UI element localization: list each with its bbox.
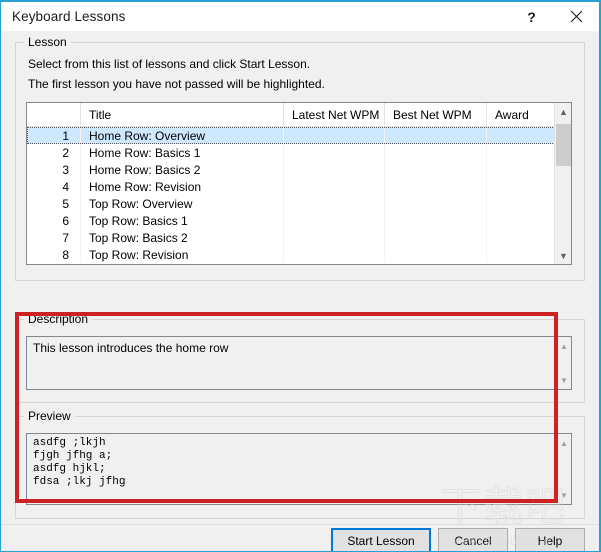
cell-latest-net-wpm	[284, 144, 385, 161]
lessons-list[interactable]: Title Latest Net WPM Best Net WPM Award …	[26, 102, 572, 265]
cell-award	[487, 178, 556, 195]
lesson-group-box: Lesson Select from this list of lessons …	[15, 35, 585, 281]
preview-scroll-down-icon[interactable]: ▼	[557, 488, 571, 502]
start-lesson-button[interactable]: Start Lesson	[331, 528, 431, 551]
cell-best-net-wpm	[385, 178, 487, 195]
column-header-index[interactable]	[27, 103, 81, 126]
lessons-list-header: Title Latest Net WPM Best Net WPM Award	[27, 103, 571, 127]
cell-latest-net-wpm	[284, 161, 385, 178]
cell-best-net-wpm	[385, 127, 487, 144]
cell-latest-net-wpm	[284, 178, 385, 195]
cell-title: Top Row: Basics 1	[81, 212, 284, 229]
title-bar-buttons: ?	[509, 2, 599, 31]
cell-latest-net-wpm	[284, 246, 385, 263]
cell-best-net-wpm	[385, 212, 487, 229]
description-textbox[interactable]: This lesson introduces the home row ▲ ▼	[26, 336, 572, 390]
cell-index: 1	[27, 127, 81, 144]
cell-index: 5	[27, 195, 81, 212]
cell-award	[487, 195, 556, 212]
description-scrollbar[interactable]: ▲ ▼	[556, 337, 571, 389]
description-group-label: Description	[24, 312, 93, 326]
column-header-latest-net-wpm[interactable]: Latest Net WPM	[284, 103, 385, 126]
cell-title: Home Row: Revision	[81, 178, 284, 195]
cell-index: 2	[27, 144, 81, 161]
cell-title: Home Row: Basics 1	[81, 144, 284, 161]
scroll-up-arrow-icon[interactable]: ▲	[555, 103, 571, 120]
description-text: This lesson introduces the home row	[33, 341, 229, 355]
table-row[interactable]: 1 Home Row: Overview	[27, 127, 571, 144]
lessons-list-scrollbar[interactable]: ▲ ▼	[554, 103, 571, 264]
preview-scrollbar[interactable]: ▲ ▼	[556, 434, 571, 504]
cell-award	[487, 212, 556, 229]
window-title: Keyboard Lessons	[12, 9, 126, 24]
help-icon[interactable]: ?	[509, 2, 554, 31]
cell-title: Home Row: Overview	[81, 127, 284, 144]
scrollbar-thumb[interactable]	[556, 124, 571, 166]
lessons-list-body: 1 Home Row: Overview 2 Home Row: Basics 13H…	[27, 127, 571, 264]
cell-index: 8	[27, 246, 81, 263]
cell-best-net-wpm	[385, 246, 487, 263]
lesson-group-label: Lesson	[24, 35, 71, 49]
preview-scroll-up-icon[interactable]: ▲	[557, 436, 571, 450]
table-row[interactable]: 8 Top Row: Revision	[27, 246, 571, 263]
preview-group-label: Preview	[24, 409, 75, 423]
preview-group-box: Preview asdfg ;lkjh fjgh jfhg a; asdfg h…	[15, 409, 585, 519]
preview-text: asdfg ;lkjh fjgh jfhg a; asdfg hjkl; fds…	[33, 437, 126, 488]
instruction-line-2: The first lesson you have not passed wil…	[28, 77, 325, 91]
table-row[interactable]: 4 Home Row: Revision	[27, 178, 571, 195]
close-icon[interactable]	[554, 2, 599, 31]
table-row[interactable]: 5 Top Row: Overview	[27, 195, 571, 212]
cell-index: 3	[27, 161, 81, 178]
cell-title: Top Row: Revision	[81, 246, 284, 263]
cell-latest-net-wpm	[284, 229, 385, 246]
instruction-line-1: Select from this list of lessons and cli…	[28, 57, 311, 71]
column-header-best-net-wpm[interactable]: Best Net WPM	[385, 103, 487, 126]
cell-award	[487, 246, 556, 263]
cell-best-net-wpm	[385, 195, 487, 212]
column-header-title[interactable]: Title	[81, 103, 284, 126]
cancel-button[interactable]: Cancel	[438, 528, 508, 551]
cell-index: 4	[27, 178, 81, 195]
cell-best-net-wpm	[385, 161, 487, 178]
table-row[interactable]: 6 Top Row: Basics 1	[27, 212, 571, 229]
keyboard-lessons-window: Keyboard Lessons ? Lesson Select from th…	[0, 0, 601, 552]
cell-title: Top Row: Overview	[81, 195, 284, 212]
cell-latest-net-wpm	[284, 212, 385, 229]
column-header-award[interactable]: Award	[487, 103, 556, 126]
cell-index: 6	[27, 212, 81, 229]
table-row[interactable]: 7 Top Row: Basics 2	[27, 229, 571, 246]
cell-latest-net-wpm	[284, 195, 385, 212]
table-row[interactable]: 2 Home Row: Basics 1	[27, 144, 571, 161]
cell-index: 7	[27, 229, 81, 246]
preview-textbox[interactable]: asdfg ;lkjh fjgh jfhg a; asdfg hjkl; fds…	[26, 433, 572, 505]
client-area: Lesson Select from this list of lessons …	[1, 31, 599, 551]
cell-award	[487, 127, 556, 144]
cell-latest-net-wpm	[284, 127, 385, 144]
button-bar: Start Lesson Cancel Help	[1, 525, 599, 551]
cell-award	[487, 229, 556, 246]
cell-award	[487, 161, 556, 178]
description-scroll-down-icon[interactable]: ▼	[557, 373, 571, 387]
cell-title: Top Row: Basics 2	[81, 229, 284, 246]
table-row[interactable]: 3 Home Row: Basics 2	[27, 161, 571, 178]
cell-title: Home Row: Basics 2	[81, 161, 284, 178]
scroll-down-arrow-icon[interactable]: ▼	[555, 247, 571, 264]
description-scroll-up-icon[interactable]: ▲	[557, 339, 571, 353]
help-button[interactable]: Help	[515, 528, 585, 551]
cell-best-net-wpm	[385, 229, 487, 246]
description-group-box: Description This lesson introduces the h…	[15, 312, 585, 403]
title-bar: Keyboard Lessons ?	[1, 2, 599, 31]
cell-award	[487, 144, 556, 161]
cell-best-net-wpm	[385, 144, 487, 161]
